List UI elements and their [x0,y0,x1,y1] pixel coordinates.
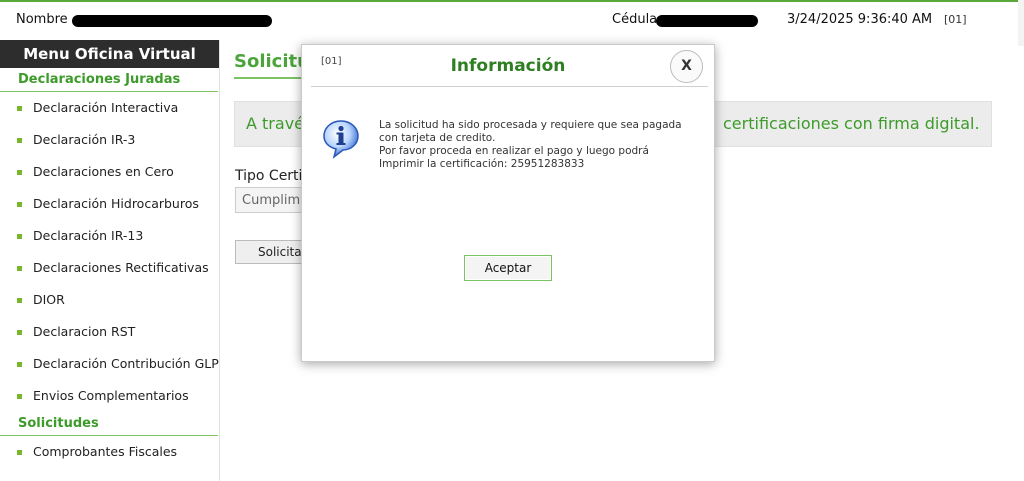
sidebar-item-declaraciones-rectificativas[interactable]: Declaraciones Rectificativas [0,252,219,284]
bullet-icon [17,449,22,455]
sidebar-item-comprobantes-fiscales[interactable]: Comprobantes Fiscales [0,436,219,468]
close-button[interactable]: X [670,50,703,83]
sidebar-item-declaracion-hidrocarburos[interactable]: Declaración Hidrocarburos [0,188,219,220]
bullet-icon [17,201,22,207]
bullet-icon [17,393,22,399]
datetime: 3/24/2025 9:36:40 AM [787,12,933,27]
bullet-icon [17,105,22,111]
page-title: Solicitu [234,51,310,72]
accept-button[interactable]: Aceptar [464,255,552,281]
info-icon [322,119,360,159]
sidebar-item-label: Declaración Hidrocarburos [33,196,199,211]
tipo-certificacion-label: Tipo Certif [235,168,308,184]
bullet-icon [17,265,22,271]
cedula-label: Cédula [612,12,658,27]
sidebar-item-label: Envios Complementarios [33,388,189,403]
bullet-icon [17,169,22,175]
sidebar-item-declaraciones-en-cero[interactable]: Declaraciones en Cero [0,156,219,188]
sidebar-item-declaracion-ir3[interactable]: Declaración IR-3 [0,124,219,156]
info-text-left: A travé [246,114,304,133]
sidebar-item-dior[interactable]: DIOR [0,284,219,316]
info-dialog: [01] Información X La solicitud ha sido … [301,44,715,362]
bullet-icon [17,361,22,367]
sidebar-item-label: Declaracion RST [33,324,136,339]
sidebar-item-envios-complementarios[interactable]: Envios Complementarios [0,380,219,412]
sidebar-item-label: DIOR [33,292,65,307]
section-solicitudes: Solicitudes [0,412,218,436]
sidebar-item-declaracion-interactiva[interactable]: Declaración Interactiva [0,92,219,124]
redacted-name [72,15,272,27]
bullet-icon [17,297,22,303]
sidebar-item-declaracion-glp[interactable]: Declaración Contribución GLP [0,348,219,380]
bullet-icon [17,137,22,143]
sidebar-item-label: Declaraciones Rectificativas [33,260,209,275]
message-line: La solicitud ha sido procesada y requier… [379,119,682,131]
nombre-label: Nombre [16,12,68,27]
dialog-message: La solicitud ha sido procesada y requier… [379,119,699,171]
redacted-cedula [656,15,758,27]
sidebar-item-declaracion-ir13[interactable]: Declaración IR-13 [0,220,219,252]
dialog-title: Información [450,56,566,76]
message-line: con tarjeta de credito. [379,132,496,144]
section-declaraciones-juradas: Declaraciones Juradas [0,68,218,92]
header-code: [01] [944,13,967,26]
sidebar-item-label: Declaración Contribución GLP [33,356,219,371]
bullet-icon [17,233,22,239]
sidebar-item-declaracion-rst[interactable]: Declaracion RST [0,316,219,348]
message-line: Imprimir la certificación: 25951283833 [379,158,585,170]
bullet-icon [17,329,22,335]
sidebar-item-label: Declaración IR-13 [33,228,144,243]
sidebar-item-label: Declaración Interactiva [33,100,179,115]
info-text-right: certificaciones con firma digital. [723,114,980,133]
sidebar-item-label: Declaración IR-3 [33,132,136,147]
sidebar-item-label: Declaraciones en Cero [33,164,174,179]
sidebar-title: Menu Oficina Virtual [0,40,219,68]
sidebar-item-label: Comprobantes Fiscales [33,444,178,459]
dialog-separator [311,86,708,87]
sidebar: Menu Oficina Virtual Declaraciones Jurad… [0,40,220,481]
message-line: Por favor proceda en realizar el pago y … [379,145,649,157]
